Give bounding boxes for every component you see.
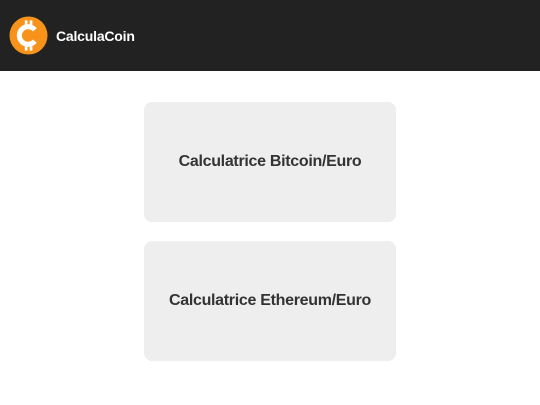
card-label: Calculatrice Ethereum/Euro [168,292,372,309]
brand-name: CalculaCoin [56,27,135,44]
ethereum-euro-calculator-card[interactable]: Calculatrice Ethereum/Euro [144,241,396,361]
bitcoin-euro-calculator-card[interactable]: Calculatrice Bitcoin/Euro [144,102,396,222]
brand-link[interactable]: CalculaCoin [9,16,135,55]
card-label: Calculatrice Bitcoin/Euro [178,153,362,170]
app-header: CalculaCoin [0,0,540,71]
bitcoin-icon [9,16,48,55]
